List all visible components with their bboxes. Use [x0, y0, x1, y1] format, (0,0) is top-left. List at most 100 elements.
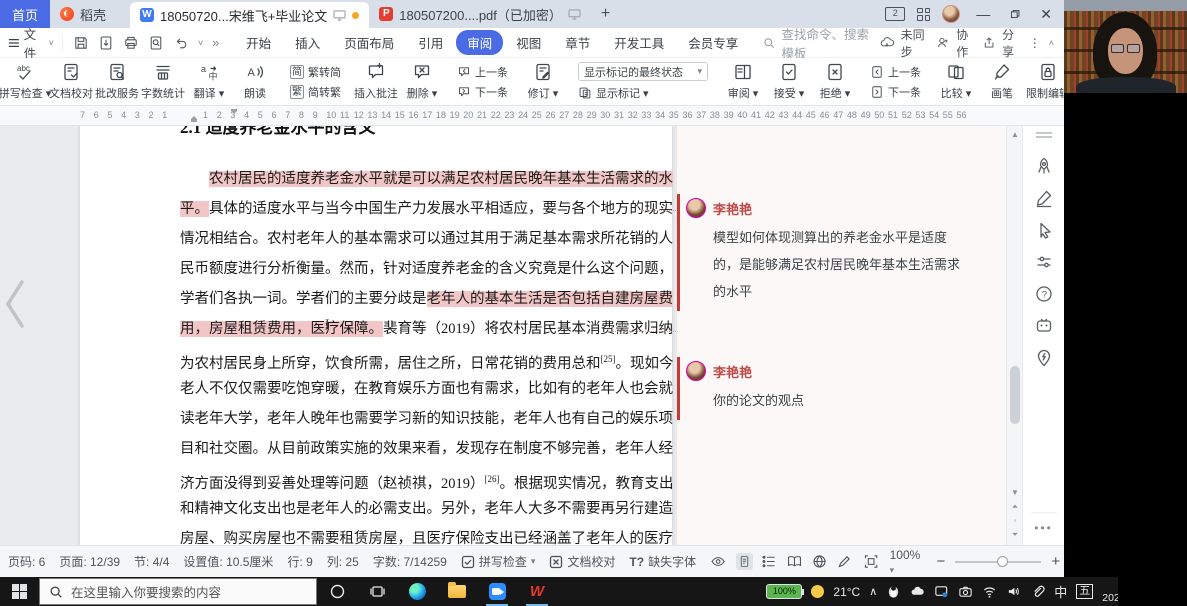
- document-line-9[interactable]: 读老年大学，老年人晚年也需要学习新的知识技能，老年人也有自己的娱乐项: [180, 404, 673, 434]
- cortana-button[interactable]: [317, 577, 357, 606]
- ribbon-button-修订[interactable]: 修订 ▾: [520, 59, 566, 105]
- document-page[interactable]: 2.1 适度养老金水平的含义 农村居民的适度养老金水平就是可以满足农村居民晚年基…: [80, 126, 674, 545]
- collaborate-icon[interactable]: [937, 35, 949, 50]
- status-item[interactable]: 节: 4/4: [134, 553, 169, 570]
- ribbon-button-拒绝[interactable]: 拒绝 ▾: [812, 59, 858, 105]
- ribbon-button-显示标记 ▾[interactable]: 显示标记 ▾: [578, 85, 708, 101]
- read-view-icon[interactable]: [786, 553, 803, 570]
- document-line-13[interactable]: 房屋、购买房屋也不需要租赁房屋，且医疗保险支出已经涵盖了老年人的医疗: [180, 524, 673, 545]
- sync-status[interactable]: 未同步: [901, 26, 930, 60]
- previous-page-icon[interactable]: ⏶: [1007, 500, 1023, 513]
- ribbon-button-下一条[interactable]: 下一条: [870, 84, 921, 100]
- ribbon-button-接受[interactable]: 接受 ▾: [766, 59, 812, 105]
- signature-icon[interactable]: [1034, 188, 1054, 208]
- cursor-icon[interactable]: [1034, 220, 1054, 240]
- collapse-ribbon-icon[interactable]: ˄: [1049, 38, 1054, 48]
- fit-page-icon[interactable]: [863, 553, 879, 570]
- ribbon-button-批改服务[interactable]: 批改服务: [94, 59, 140, 105]
- file-menu[interactable]: 文件 ˅: [0, 24, 62, 62]
- markup-state-select[interactable]: 显示标记的最终状态 ▾: [578, 62, 708, 81]
- file-explorer-button[interactable]: [437, 577, 477, 606]
- preview-icon[interactable]: [148, 35, 164, 51]
- collaborate-label[interactable]: 协作: [956, 26, 976, 60]
- cloud-drive-icon[interactable]: [910, 584, 925, 599]
- scrollbar-thumb[interactable]: [1010, 366, 1020, 424]
- new-tab-button[interactable]: +: [591, 0, 620, 28]
- horizontal-ruler[interactable]: 7 6 5 4 3 2 1 1 2 3 4 5 6 7 8 9 10 11 12 13 14 15 16 17 18 19 20 21…: [0, 106, 1064, 126]
- zoom-slider[interactable]: [955, 555, 1042, 567]
- menu-item-页面布局[interactable]: 页面布局: [333, 30, 405, 55]
- ribbon-button-比较[interactable]: 比较 ▾: [933, 59, 979, 105]
- undo-dropdown-icon[interactable]: ˅: [198, 38, 203, 48]
- wifi-icon[interactable]: [982, 584, 997, 599]
- print-icon[interactable]: [123, 35, 139, 51]
- ribbon-button-拼写检查[interactable]: abc 拼写检查 ▾: [0, 59, 51, 105]
- vertical-scrollbar[interactable]: ▲ ▼ ⏶ ◦ ⏷: [1006, 126, 1022, 545]
- volume-icon[interactable]: [1006, 584, 1021, 599]
- menu-item-会员专享[interactable]: 会员专享: [677, 30, 749, 55]
- missing-font-button[interactable]: T? 缺失字体: [629, 553, 696, 570]
- ribbon-button-朗读[interactable]: A 朗读: [232, 59, 278, 105]
- ribbon-button-审阅[interactable]: 审阅 ▾: [720, 59, 766, 105]
- ime-indicator[interactable]: 中: [1054, 582, 1067, 601]
- menu-item-审阅[interactable]: 审阅: [456, 30, 504, 55]
- restore-button[interactable]: [1006, 7, 1024, 21]
- usb-link-icon[interactable]: [1030, 584, 1045, 599]
- previous-page-arrow[interactable]: [0, 274, 30, 334]
- ribbon-button-上一条[interactable]: 上一条: [870, 64, 921, 80]
- status-item[interactable]: 页码: 6: [8, 553, 45, 570]
- document-line-4[interactable]: 民币额度进行分析衡量。然而，针对适度养老金的含义究竟是什么这个问题，: [180, 254, 673, 284]
- meeting-app-button[interactable]: [477, 577, 517, 606]
- scroll-down-icon[interactable]: ▼: [1007, 486, 1023, 499]
- document-line-12[interactable]: 和精神文化支出也是老年人的必需支出。另外，老年人大多不需要再另行建造: [180, 494, 673, 524]
- statusbar-spellcheck[interactable]: 拼写检查 ▾: [461, 553, 535, 570]
- document-line-6[interactable]: 用，房屋租赁费用，医疗保障。裴育等（2019）将农村居民基本消费需求归纳: [180, 314, 673, 344]
- status-item[interactable]: 行: 9: [287, 553, 312, 570]
- ime-mode-indicator[interactable]: 五: [1076, 584, 1094, 599]
- document-line-10[interactable]: 目和社交圈。从目前政策实施的效果来看，发现存在制度不够完善，老年人经: [180, 434, 673, 464]
- share-icon[interactable]: [983, 35, 995, 50]
- ribbon-button-画笔[interactable]: 画笔: [979, 59, 1025, 105]
- document-line-8[interactable]: 老人不仅仅需要吃饱穿暖，在教育娱乐方面也有需求，比如有的老年人也会就: [180, 374, 673, 404]
- web-view-icon[interactable]: [811, 553, 828, 570]
- page-view-icon[interactable]: [736, 553, 754, 570]
- command-search-input[interactable]: 查找命令、搜索模板: [763, 24, 879, 62]
- document-line-1[interactable]: 农村居民的适度养老金水平就是可以满足农村居民晚年基本生活需求的水: [180, 164, 673, 194]
- ribbon-button-上一条[interactable]: 上一条: [457, 64, 508, 80]
- more-menu-icon[interactable]: ⋮: [1029, 36, 1042, 50]
- first-line-indent-marker[interactable]: [230, 108, 238, 116]
- write-mode-icon[interactable]: [836, 553, 853, 570]
- outline-view-icon[interactable]: [761, 553, 778, 570]
- camera-icon[interactable]: [958, 584, 973, 599]
- status-item[interactable]: 字数: 7/14259: [373, 553, 447, 570]
- ribbon-button-简转繁[interactable]: 繁简转繁: [290, 84, 341, 100]
- tray-expand-icon[interactable]: ∧: [869, 585, 877, 598]
- edge-browser-button[interactable]: [397, 577, 437, 606]
- status-item[interactable]: 设置值: 10.5厘米: [183, 553, 273, 570]
- document-line-7[interactable]: 为农村居民身上所穿，饮食所需，居住之所，日常花销的费用总和[25]。现如今: [180, 344, 674, 374]
- more-quick-icons[interactable]: »: [212, 36, 219, 50]
- scroll-up-icon[interactable]: ▲: [1007, 128, 1023, 141]
- document-line-3[interactable]: 情况相结合。农村老年人的基本需求可以通过其用于满足基本需求所花销的人: [180, 224, 673, 254]
- comment-item-1[interactable]: 李艳艳 模型如何体现测算出的养老金水平是适度的，是能够满足农村居民晚年基本生活需求…: [677, 194, 1006, 311]
- battery-indicator[interactable]: 100%: [766, 584, 805, 599]
- export-icon[interactable]: [98, 35, 114, 51]
- statusbar-proofread[interactable]: 文档校对: [549, 553, 615, 570]
- ribbon-button-删除[interactable]: 删除 ▾: [399, 59, 445, 105]
- comment-item-2[interactable]: 李艳艳 你的论文的观点: [677, 357, 1006, 420]
- share-label[interactable]: 分享: [1002, 26, 1022, 60]
- activity-icon[interactable]: [1034, 348, 1054, 368]
- drag-handle-icon[interactable]: [1035, 132, 1052, 138]
- eye-protect-icon[interactable]: [710, 553, 726, 570]
- hanging-indent-marker[interactable]: [190, 115, 198, 123]
- ribbon-button-繁转简[interactable]: 简繁转简: [290, 64, 341, 80]
- task-view-button[interactable]: [357, 577, 397, 606]
- qq-penguin-icon[interactable]: [886, 584, 901, 599]
- document-tab-active[interactable]: W 18050720...宋维飞+毕业论文: [130, 2, 370, 28]
- ribbon-button-文档校对[interactable]: 文档校对: [48, 59, 94, 105]
- menu-item-插入[interactable]: 插入: [284, 30, 331, 55]
- ribbon-button-下一条[interactable]: 下一条: [457, 84, 508, 100]
- user-avatar[interactable]: [942, 5, 961, 23]
- taskbar-search-input[interactable]: 在这里输入你要搜索的内容: [39, 578, 317, 605]
- feedback-icon[interactable]: [1034, 316, 1054, 336]
